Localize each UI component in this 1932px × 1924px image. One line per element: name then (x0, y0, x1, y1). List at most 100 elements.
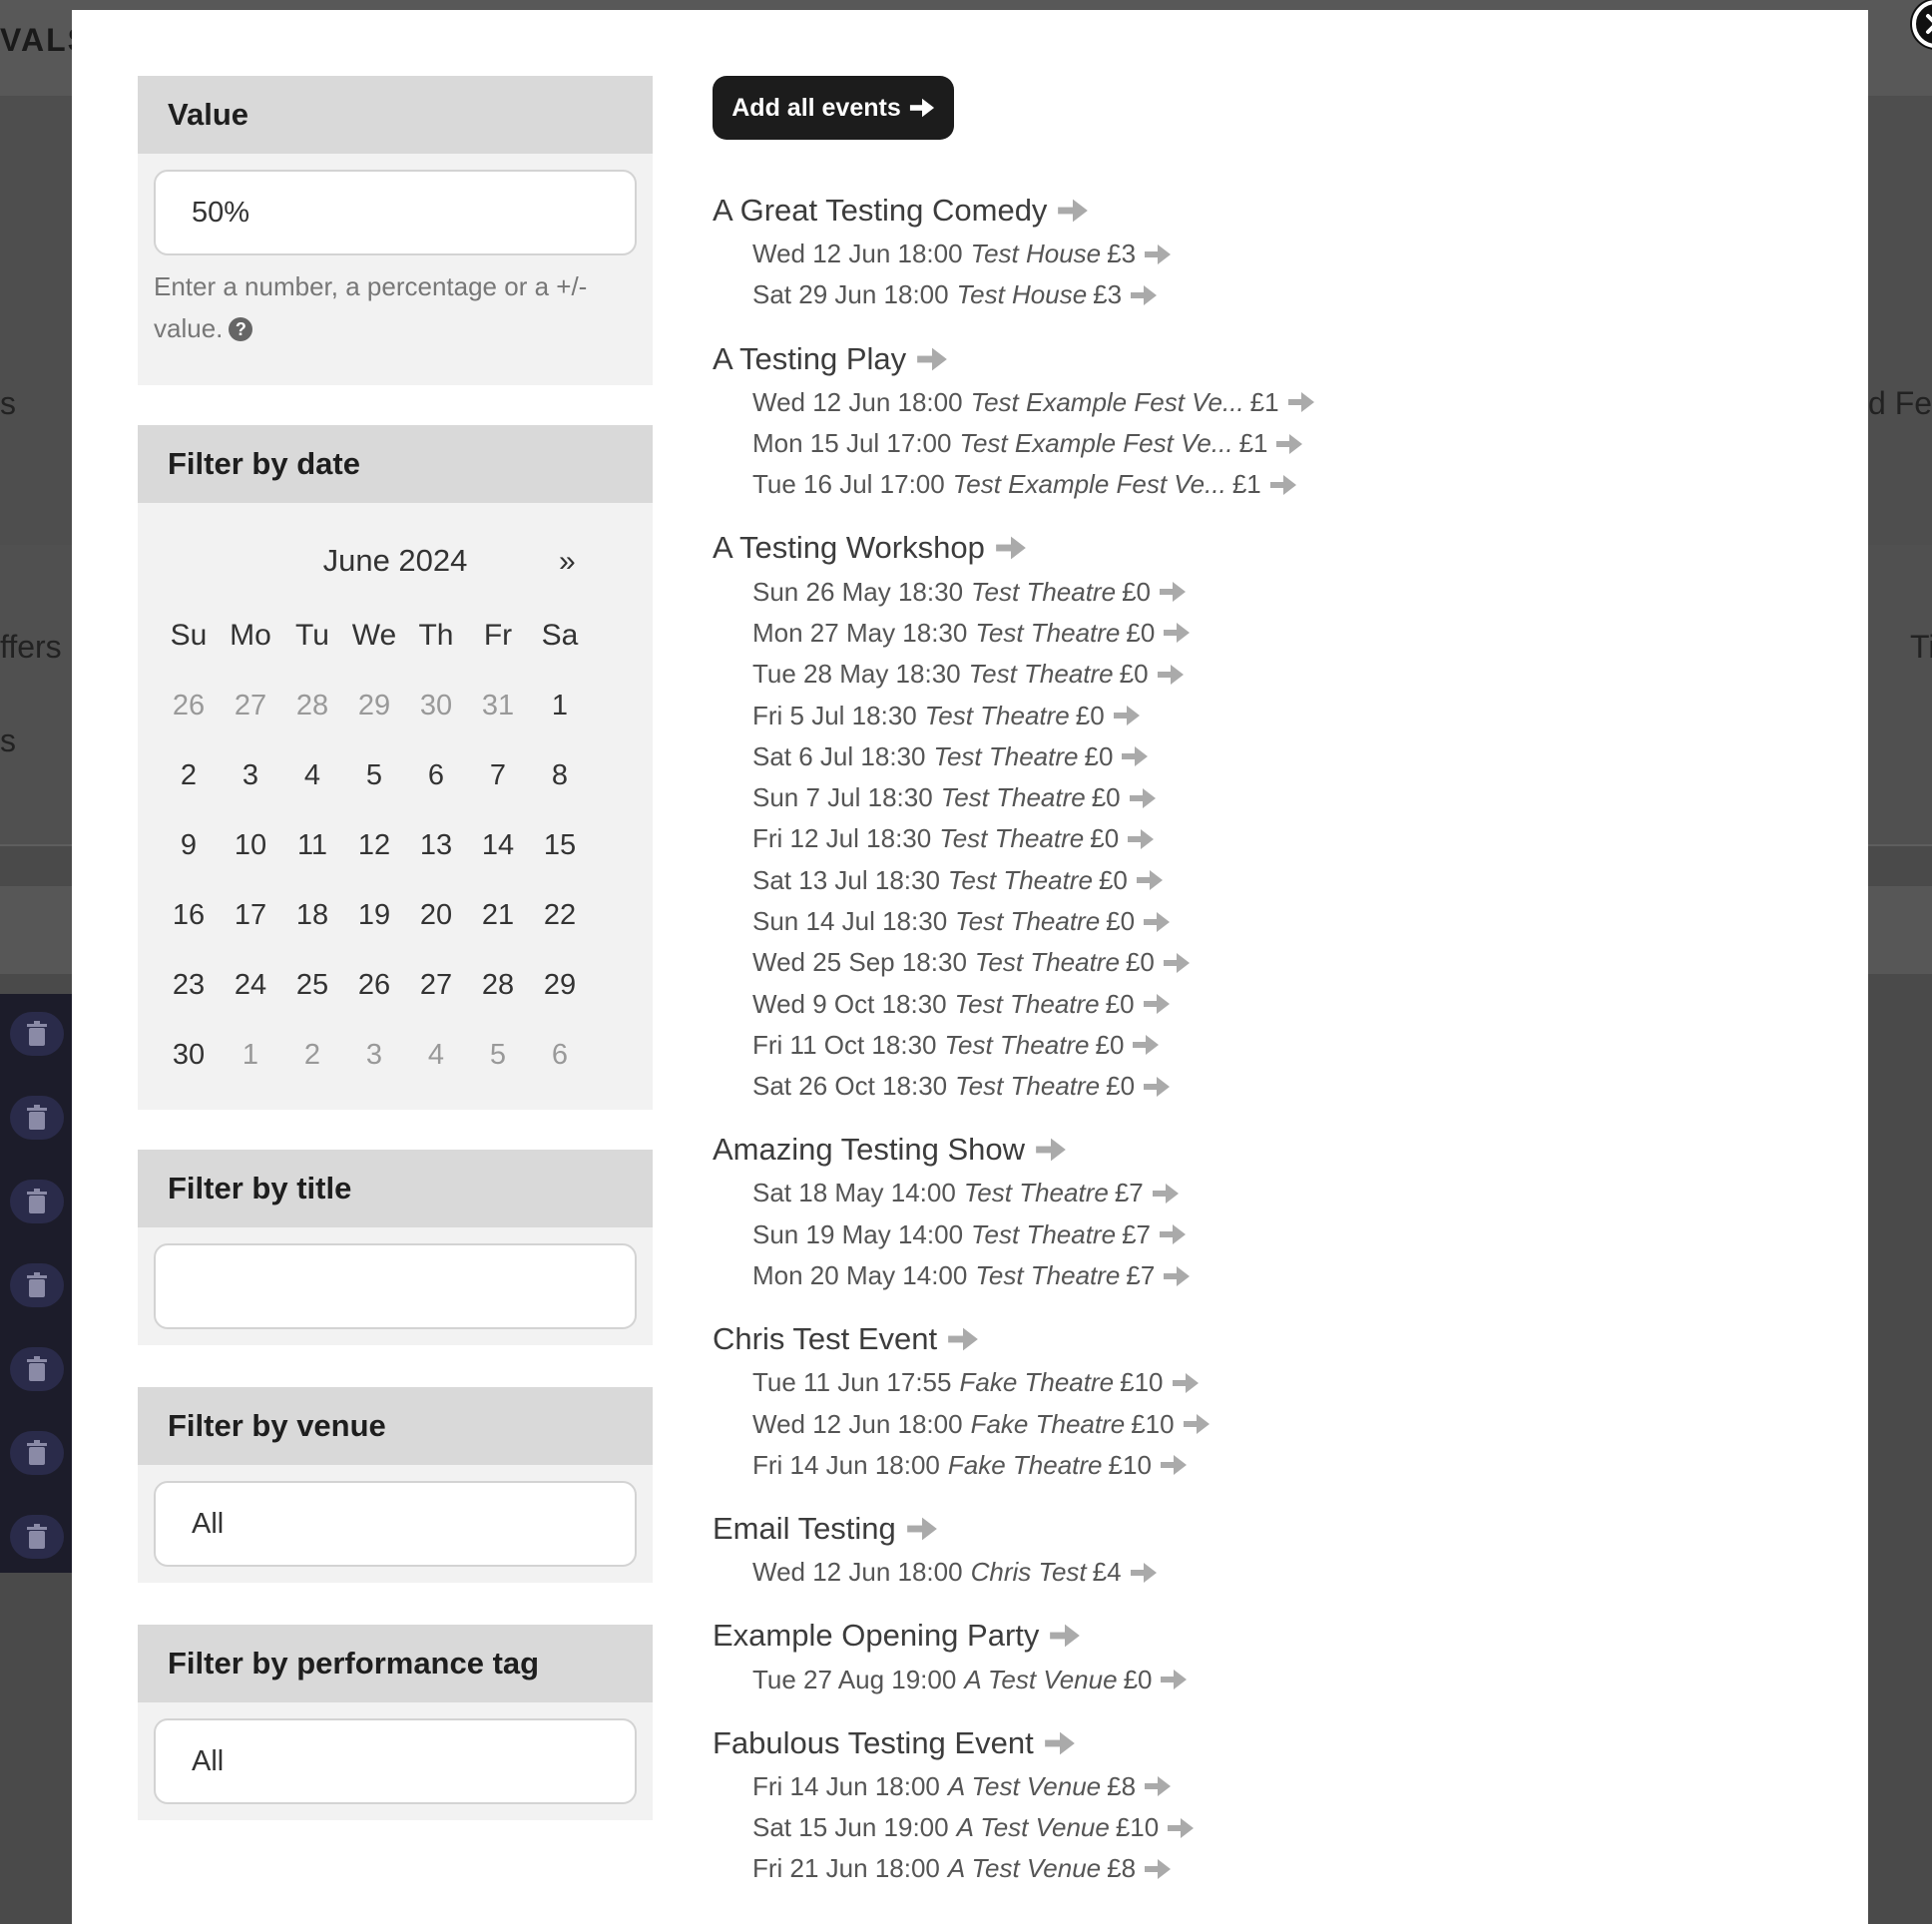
calendar-day[interactable]: 12 (343, 829, 405, 862)
venue-select[interactable]: All (154, 1481, 637, 1567)
calendar-day[interactable]: 5 (343, 759, 405, 792)
event-title-row[interactable]: Chris Test Event (713, 1316, 1810, 1362)
calendar-day[interactable]: 5 (467, 1039, 529, 1072)
calendar-day[interactable]: 16 (158, 899, 220, 932)
event-title-row[interactable]: Fabulous Testing Event (713, 1720, 1810, 1766)
arrow-right-icon[interactable] (1172, 1372, 1200, 1394)
performance-row[interactable]: Sat 6 Jul 18:30 Test Theatre £0 (713, 736, 1810, 777)
performance-row[interactable]: Sat 18 May 14:00 Test Theatre £7 (713, 1173, 1810, 1213)
performance-row[interactable]: Tue 11 Jun 17:55 Fake Theatre £10 (713, 1362, 1810, 1403)
arrow-right-icon[interactable] (916, 346, 948, 372)
calendar-day[interactable]: 27 (220, 690, 281, 722)
calendar-day[interactable]: 15 (529, 829, 591, 862)
calendar-day[interactable]: 6 (405, 759, 467, 792)
event-title-row[interactable]: A Great Testing Comedy (713, 188, 1810, 234)
trash-icon[interactable] (10, 1096, 64, 1140)
calendar-day[interactable]: 3 (343, 1039, 405, 1072)
calendar-day[interactable]: 1 (220, 1039, 281, 1072)
arrow-right-icon[interactable] (1035, 1137, 1067, 1163)
performance-row[interactable]: Wed 12 Jun 18:00 Test House £3 (713, 234, 1810, 274)
arrow-right-icon[interactable] (1163, 622, 1191, 644)
arrow-right-icon[interactable] (1057, 198, 1089, 224)
calendar-day[interactable]: 21 (467, 899, 529, 932)
performance-row[interactable]: Mon 15 Jul 17:00 Test Example Fest Ve... £… (713, 423, 1810, 464)
calendar-day[interactable]: 26 (343, 969, 405, 1002)
arrow-right-icon[interactable] (1049, 1623, 1081, 1649)
arrow-right-icon[interactable] (1163, 1265, 1191, 1287)
arrow-right-icon[interactable] (1183, 1413, 1210, 1435)
calendar-day[interactable]: 25 (281, 969, 343, 1002)
arrow-right-icon[interactable] (1167, 1817, 1195, 1839)
event-title-row[interactable]: Amazing Testing Show (713, 1127, 1810, 1173)
performance-row[interactable]: Sun 7 Jul 18:30 Test Theatre £0 (713, 777, 1810, 818)
arrow-right-icon[interactable] (947, 1326, 979, 1352)
calendar-day[interactable]: 3 (220, 759, 281, 792)
arrow-right-icon[interactable] (1160, 1669, 1188, 1690)
arrow-right-icon[interactable] (1144, 243, 1172, 265)
calendar-day[interactable]: 9 (158, 829, 220, 862)
title-filter-input[interactable] (154, 1243, 637, 1329)
arrow-right-icon[interactable] (1269, 474, 1297, 496)
arrow-right-icon[interactable] (1160, 1454, 1188, 1476)
arrow-right-icon[interactable] (1129, 787, 1157, 809)
calendar-day[interactable]: 2 (158, 759, 220, 792)
calendar-day[interactable]: 23 (158, 969, 220, 1002)
calendar-day[interactable]: 13 (405, 829, 467, 862)
arrow-right-icon[interactable] (1159, 581, 1187, 603)
arrow-right-icon[interactable] (1127, 828, 1155, 850)
arrow-right-icon[interactable] (1130, 1562, 1158, 1584)
event-title-row[interactable]: A Testing Play (713, 336, 1810, 382)
arrow-right-icon[interactable] (1157, 664, 1185, 686)
arrow-right-icon[interactable] (906, 1516, 938, 1542)
arrow-right-icon[interactable] (1144, 1775, 1172, 1797)
calendar-day[interactable]: 17 (220, 899, 281, 932)
calendar-day[interactable]: 28 (467, 969, 529, 1002)
performance-row[interactable]: Tue 27 Aug 19:00 A Test Venue £0 (713, 1659, 1810, 1699)
arrow-right-icon[interactable] (1143, 1076, 1171, 1098)
event-title-row[interactable]: Example Opening Party (713, 1613, 1810, 1659)
performance-row[interactable]: Sat 26 Oct 18:30 Test Theatre £0 (713, 1066, 1810, 1107)
arrow-right-icon[interactable] (1163, 952, 1191, 974)
tag-select[interactable]: All (154, 1718, 637, 1804)
performance-row[interactable]: Wed 25 Sep 18:30 Test Theatre £0 (713, 942, 1810, 983)
help-icon[interactable]: ? (229, 317, 253, 341)
calendar-day[interactable]: 28 (281, 690, 343, 722)
calendar-day[interactable]: 4 (405, 1039, 467, 1072)
calendar-day[interactable]: 8 (529, 759, 591, 792)
calendar-day[interactable]: 4 (281, 759, 343, 792)
calendar-day[interactable]: 30 (158, 1039, 220, 1072)
performance-row[interactable]: Tue 16 Jul 17:00 Test Example Fest Ve... £… (713, 464, 1810, 505)
trash-icon[interactable] (10, 1431, 64, 1475)
performance-row[interactable]: Sun 14 Jul 18:30 Test Theatre £0 (713, 901, 1810, 942)
calendar-day[interactable]: 22 (529, 899, 591, 932)
performance-row[interactable]: Wed 12 Jun 18:00 Chris Test £4 (713, 1552, 1810, 1593)
performance-row[interactable]: Sat 29 Jun 18:00 Test House £3 (713, 274, 1810, 315)
performance-row[interactable]: Tue 28 May 18:30 Test Theatre £0 (713, 654, 1810, 695)
performance-row[interactable]: Wed 12 Jun 18:00 Test Example Fest Ve... £… (713, 382, 1810, 423)
calendar-day[interactable]: 24 (220, 969, 281, 1002)
performance-row[interactable]: Fri 11 Oct 18:30 Test Theatre £0 (713, 1025, 1810, 1066)
calendar-day[interactable]: 20 (405, 899, 467, 932)
calendar-day[interactable]: 14 (467, 829, 529, 862)
calendar-day[interactable]: 11 (281, 829, 343, 862)
trash-icon[interactable] (10, 1012, 64, 1056)
arrow-right-icon[interactable] (1113, 705, 1141, 726)
calendar-next-button[interactable]: » (559, 545, 576, 579)
arrow-right-icon[interactable] (995, 535, 1027, 561)
calendar-day[interactable]: 10 (220, 829, 281, 862)
arrow-right-icon[interactable] (1144, 1858, 1172, 1880)
calendar-day[interactable]: 2 (281, 1039, 343, 1072)
performance-row[interactable]: Sun 26 May 18:30 Test Theatre £0 (713, 571, 1810, 612)
performance-row[interactable]: Sat 15 Jun 19:00 A Test Venue £10 (713, 1807, 1810, 1848)
event-title-row[interactable]: A Testing Workshop (713, 525, 1810, 571)
arrow-right-icon[interactable] (1044, 1730, 1076, 1756)
performance-row[interactable]: Mon 27 May 18:30 Test Theatre £0 (713, 613, 1810, 654)
calendar-day[interactable]: 7 (467, 759, 529, 792)
performance-row[interactable]: Mon 20 May 14:00 Test Theatre £7 (713, 1255, 1810, 1296)
performance-row[interactable]: Wed 9 Oct 18:30 Test Theatre £0 (713, 983, 1810, 1024)
trash-icon[interactable] (10, 1180, 64, 1223)
arrow-right-icon[interactable] (1132, 1034, 1160, 1056)
arrow-right-icon[interactable] (1159, 1223, 1187, 1245)
performance-row[interactable]: Fri 12 Jul 18:30 Test Theatre £0 (713, 818, 1810, 859)
arrow-right-icon[interactable] (1130, 284, 1158, 306)
